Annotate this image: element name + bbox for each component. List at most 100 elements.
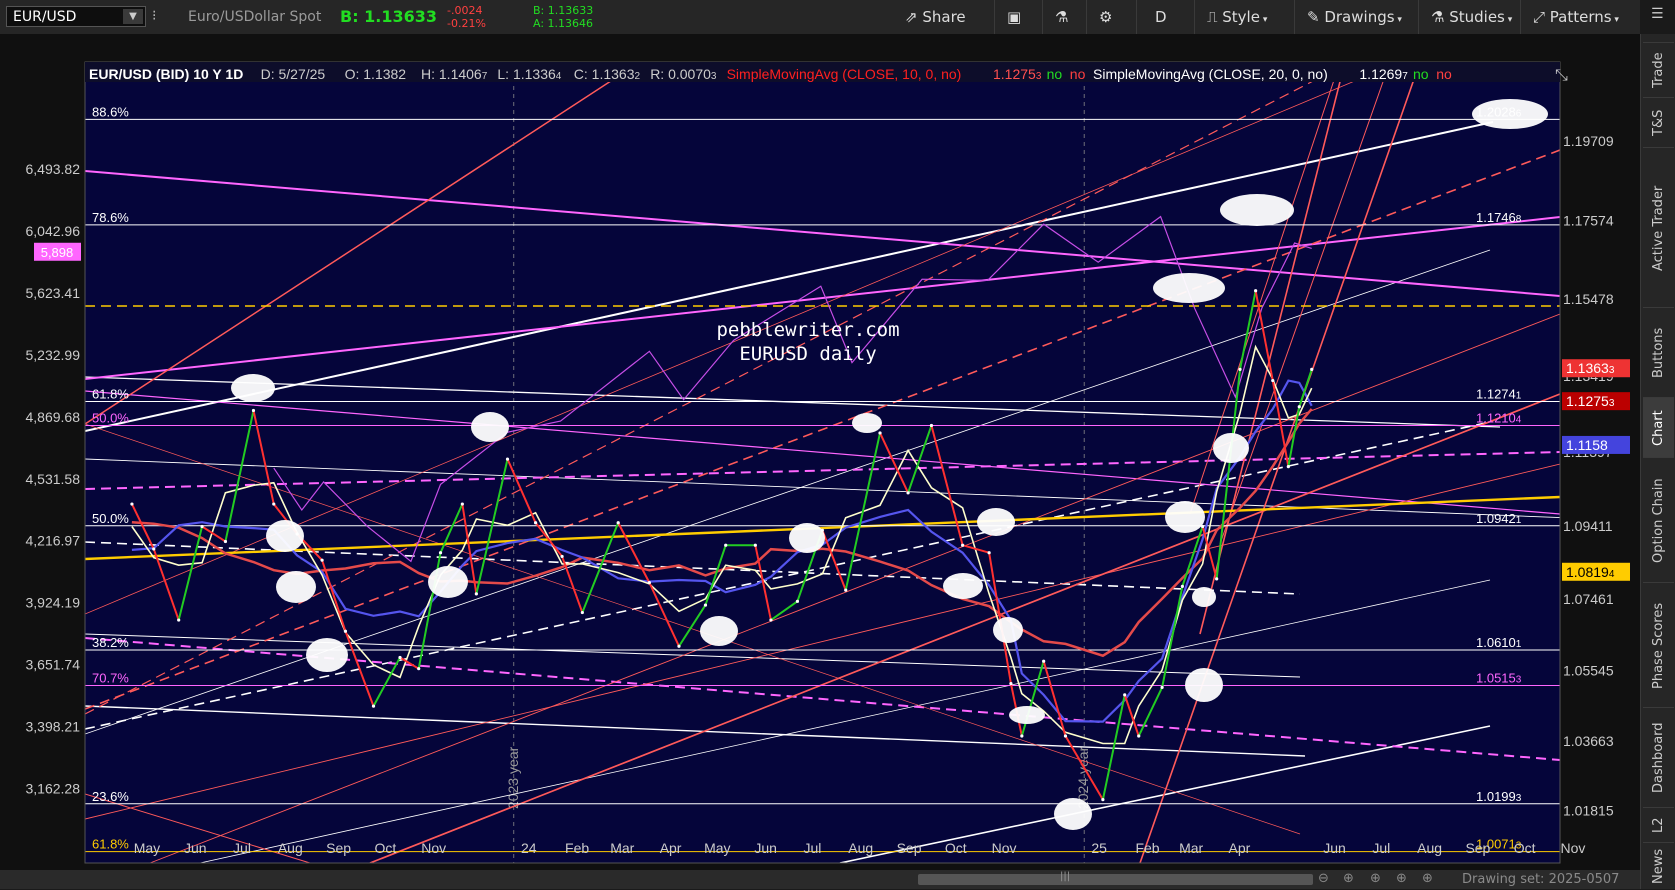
watermark-line-2: EURUSD daily <box>739 343 876 365</box>
price-point <box>647 581 651 585</box>
fib-pct-label: 88.6% <box>92 104 129 119</box>
highlight-oval <box>1220 194 1294 226</box>
highlight-oval <box>993 617 1023 643</box>
period-button[interactable]: D <box>1136 0 1194 34</box>
x-axis-tick: Sep <box>897 840 922 856</box>
zoom-out-icon[interactable]: ⊖ <box>1318 871 1329 886</box>
tab-buttons[interactable]: Buttons <box>1643 307 1674 398</box>
highlight-oval <box>428 566 468 598</box>
highlight-oval <box>306 638 348 672</box>
pct-change: -0.21% <box>447 17 486 30</box>
studies-button[interactable]: ⚗ Studies ▾ <box>1418 0 1520 34</box>
snapshot-button[interactable]: ▣ <box>994 0 1042 34</box>
fib-price-sub-digit: 8 <box>1516 214 1522 225</box>
left-axis-tick: 3,162.28 <box>26 781 81 797</box>
zoom-in-icon[interactable]: ⊕ <box>1343 871 1354 886</box>
tab-l2[interactable]: L2 <box>1643 807 1674 843</box>
tab-news[interactable]: News <box>1643 842 1674 890</box>
ohlc-range-sub-digit: 3 <box>711 71 717 82</box>
tab-phase-scores[interactable]: Phase Scores <box>1643 582 1674 708</box>
ohlc-range: R: 0.00703 <box>650 66 717 82</box>
chart-area[interactable]: 2023 year2024 year 88.6%1.2028678.6%1.17… <box>0 34 1640 870</box>
price-point <box>1254 289 1258 293</box>
left-axis-panel <box>0 34 85 870</box>
fit-icon[interactable]: ⊕ <box>1396 871 1407 886</box>
price-point <box>320 558 324 562</box>
chevron-down-icon: ▾ <box>1259 15 1268 25</box>
right-axis-tick: 1.19709 <box>1563 133 1614 149</box>
x-axis-tick: Oct <box>945 840 967 856</box>
price-point <box>272 502 276 506</box>
watermark-line-1: pebblewriter.com <box>716 319 899 341</box>
chart-scrollbar[interactable]: ||| ⊖ ⊕ ⊕ ⊕ ⊕ Drawing set: 2025-0507 <box>0 870 1640 889</box>
tab-trade[interactable]: Trade <box>1643 42 1674 98</box>
price-point <box>130 502 134 506</box>
price-point <box>438 551 443 555</box>
x-axis-tick: Jun <box>754 840 777 856</box>
fib-price-sub-digit: 4 <box>1516 414 1522 425</box>
tab-dashboard[interactable]: Dashboard <box>1643 707 1674 808</box>
price-point <box>929 423 934 428</box>
x-axis-tick: Sep <box>326 840 351 856</box>
share-button[interactable]: ⇗ Share <box>893 0 994 34</box>
price-point <box>371 704 376 708</box>
scroll-thumb[interactable] <box>918 874 1313 885</box>
price-badge-label: 1.08194 <box>1566 564 1615 580</box>
price-point <box>906 491 910 495</box>
fib-pct-label: 50.0% <box>92 511 129 526</box>
x-axis-tick: Apr <box>660 840 682 856</box>
x-axis-tick: Feb <box>565 840 589 856</box>
drawing-set-label: Drawing set: 2025-0507 <box>1462 872 1620 887</box>
price-point <box>343 629 348 633</box>
net-change: -.0024 <box>447 4 483 17</box>
tab-time-and-sales[interactable]: T&S <box>1643 97 1674 148</box>
price-point <box>1137 734 1141 738</box>
price-point <box>1123 693 1127 697</box>
x-axis-tick: Aug <box>848 840 873 856</box>
price-point <box>417 667 421 671</box>
flask-button[interactable]: ⚗ <box>1042 0 1086 34</box>
symbol-input[interactable]: EUR/USD ▼ <box>6 6 146 27</box>
bid-small: B: 1.13633 <box>533 4 594 17</box>
study-value: 1.12697 <box>1359 66 1408 82</box>
gear-icon: ⚙ <box>1099 8 1113 26</box>
x-axis-tick: Jul <box>233 840 251 856</box>
price-point <box>580 610 584 615</box>
pattern-icon: ⤢ <box>1533 8 1550 26</box>
settings-button[interactable]: ⚙ <box>1086 0 1136 34</box>
drawings-button[interactable]: ✎ Drawings ▾ <box>1294 0 1418 34</box>
chevron-down-icon: ▾ <box>1394 15 1402 25</box>
price-point <box>1271 378 1275 383</box>
menu-icon[interactable]: ☰ <box>1651 6 1664 22</box>
left-axis-badge-label: 5,898 <box>41 245 74 260</box>
link-icon[interactable]: ⁝ <box>152 8 156 24</box>
tab-active-trader[interactable]: Active Trader <box>1643 147 1674 308</box>
highlight-oval <box>977 508 1015 536</box>
x-axis-tick: May <box>134 840 160 856</box>
ohlc-open: O: 1.1382 <box>345 66 407 82</box>
price-point <box>1009 682 1013 686</box>
study-flag-plot: no <box>1413 66 1429 82</box>
price-point <box>1160 685 1164 689</box>
fib-pct-label: 61.8% <box>92 837 129 852</box>
highlight-oval <box>1165 501 1205 533</box>
price-point <box>795 599 800 603</box>
crosshair-icon[interactable]: ⊕ <box>1370 871 1381 886</box>
fib-price-sub-digit: 1 <box>1516 639 1522 650</box>
expand-icon: ⤡ <box>1555 67 1568 84</box>
style-button[interactable]: ⎍ Style ▾ <box>1194 0 1294 34</box>
chevron-down-icon: ▾ <box>1611 15 1619 25</box>
right-axis-tick: 1.15478 <box>1563 291 1614 307</box>
tab-chart[interactable]: Chart <box>1643 397 1674 458</box>
patterns-button[interactable]: ⤢ Patterns ▾ <box>1520 0 1640 34</box>
tab-option-chain[interactable]: Option Chain <box>1643 457 1674 583</box>
fib-price-sub-digit: 3 <box>1516 793 1522 804</box>
price-point <box>616 521 620 525</box>
symbol-dropdown-icon[interactable]: ▼ <box>123 9 143 24</box>
x-axis-tick: Nov <box>421 840 446 856</box>
x-axis-tick: Mar <box>610 840 634 856</box>
reset-icon[interactable]: ⊕ <box>1422 871 1433 886</box>
left-axis-tick: 3,651.74 <box>26 657 81 673</box>
left-axis-tick: 3,924.19 <box>26 595 81 611</box>
fib-price-label: 1.12741 <box>1476 387 1522 402</box>
